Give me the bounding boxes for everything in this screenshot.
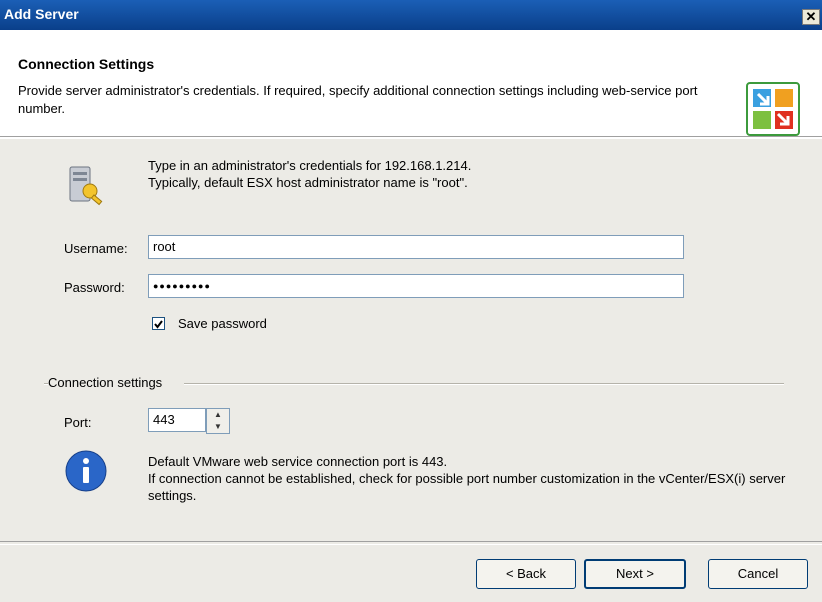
page-description: Provide server administrator's credentia… — [18, 83, 698, 116]
save-password-label[interactable]: Save password — [178, 316, 267, 331]
footer-separator — [0, 541, 822, 545]
username-field[interactable]: root — [148, 235, 684, 259]
checkmark-icon — [154, 320, 163, 329]
port-label: Port: — [64, 415, 92, 430]
connection-settings-group-label: Connection settings — [48, 375, 163, 390]
stepper-down-icon[interactable]: ▼ — [207, 421, 229, 433]
stepper-up-icon[interactable]: ▲ — [207, 409, 229, 421]
password-field[interactable]: ●●●●●●●●● — [148, 274, 684, 298]
cancel-button[interactable]: Cancel — [708, 559, 808, 589]
info-line-2: If connection cannot be established, che… — [148, 471, 786, 503]
port-stepper[interactable]: ▲ ▼ — [206, 408, 230, 434]
back-button[interactable]: < Back — [476, 559, 576, 589]
save-password-checkbox[interactable] — [152, 317, 165, 330]
intro-line-2: Typically, default ESX host administrato… — [148, 175, 468, 190]
server-key-icon — [69, 166, 103, 206]
info-icon — [65, 450, 107, 492]
wizard-body: Type in an administrator's credentials f… — [0, 139, 822, 602]
intro-line-1: Type in an administrator's credentials f… — [148, 158, 472, 173]
server-wizard-logo-icon — [746, 82, 800, 136]
username-label: Username: — [64, 241, 128, 256]
next-button[interactable]: Next > — [584, 559, 686, 589]
info-line-1: Default VMware web service connection po… — [148, 454, 448, 469]
credentials-intro: Type in an administrator's credentials f… — [148, 157, 471, 191]
wizard-header: Connection Settings Provide server admin… — [0, 30, 822, 136]
password-label: Password: — [64, 280, 125, 295]
page-title: Connection Settings — [18, 56, 155, 72]
group-divider — [184, 383, 784, 385]
close-icon[interactable]: ✕ — [802, 9, 820, 25]
port-info: Default VMware web service connection po… — [148, 453, 788, 504]
port-field[interactable]: 443 — [148, 408, 206, 432]
window-title: Add Server — [4, 6, 79, 22]
group-divider-left — [44, 383, 48, 385]
title-bar: Add Server ✕ — [0, 0, 822, 30]
